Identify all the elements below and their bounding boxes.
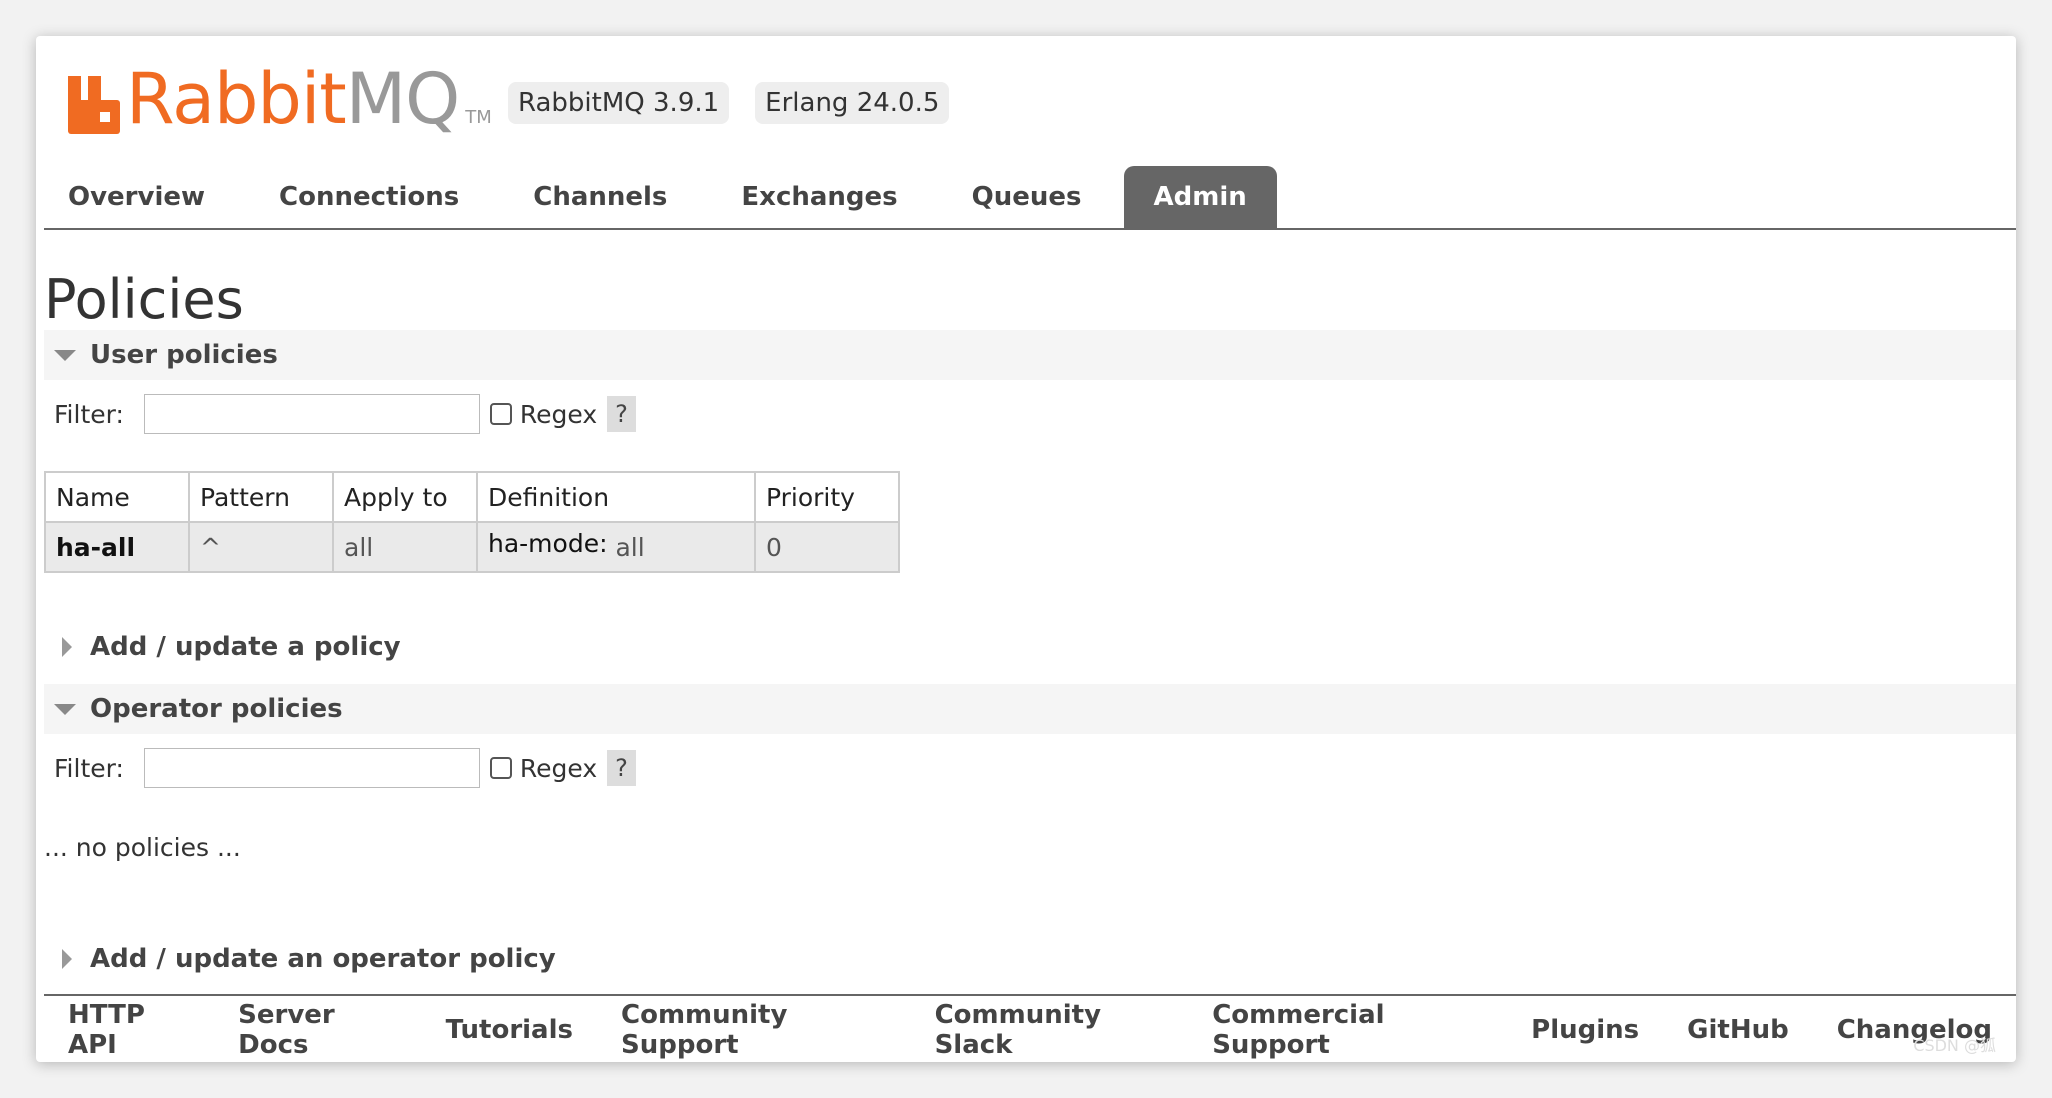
logo-trademark: TM	[465, 107, 492, 128]
column-header-apply-to[interactable]: Apply to	[332, 471, 478, 523]
filter-label: Filter:	[54, 753, 124, 783]
watermark: CSDN @狐	[1913, 1036, 1996, 1055]
footer-link-server-docs[interactable]: Server Docs	[238, 1000, 397, 1060]
tab-queues[interactable]: Queues	[940, 166, 1114, 228]
collapsed-triangle-icon	[62, 637, 72, 657]
rabbitmq-logo-icon	[68, 76, 120, 134]
browser-window: RabbitMQ TM RabbitMQ 3.9.1 Erlang 24.0.5…	[36, 36, 2016, 1062]
tab-connections[interactable]: Connections	[247, 166, 491, 228]
version-info: RabbitMQ 3.9.1 Erlang 24.0.5	[508, 82, 950, 124]
logo-wordmark: RabbitMQ	[126, 58, 460, 140]
policy-apply-to: all	[332, 521, 478, 573]
column-header-definition[interactable]: Definition	[476, 471, 756, 523]
operator-policies-section-toggle[interactable]: Operator policies	[44, 684, 2016, 734]
footer-link-github[interactable]: GitHub	[1687, 1015, 1789, 1045]
rabbitmq-version-badge: RabbitMQ 3.9.1	[508, 82, 730, 124]
add-update-policy-toggle[interactable]: Add / update a policy	[44, 632, 401, 662]
tab-channels[interactable]: Channels	[501, 166, 699, 228]
column-header-pattern[interactable]: Pattern	[188, 471, 334, 523]
operator-policies-regex-checkbox[interactable]	[489, 757, 512, 779]
regex-label: Regex	[519, 753, 598, 783]
operator-policies-heading: Operator policies	[90, 694, 343, 724]
user-policies-regex-checkbox[interactable]	[489, 403, 512, 425]
tab-exchanges[interactable]: Exchanges	[709, 166, 929, 228]
definition-key: ha-mode:	[488, 528, 608, 558]
user-policies-table: Name Pattern Apply to Definition Priorit…	[44, 471, 900, 573]
column-header-priority[interactable]: Priority	[754, 471, 900, 523]
regex-help-button[interactable]: ?	[607, 396, 636, 432]
no-policies-message: ... no policies ...	[44, 833, 241, 862]
operator-policies-filter-row: Filter: Regex ?	[54, 748, 636, 788]
footer-link-plugins[interactable]: Plugins	[1531, 1015, 1639, 1045]
user-policies-heading: User policies	[90, 340, 278, 370]
footer-link-commercial-support[interactable]: Commercial Support	[1212, 1000, 1483, 1060]
policy-priority: 0	[754, 521, 900, 573]
column-header-name[interactable]: Name	[44, 471, 190, 523]
erlang-version-badge: Erlang 24.0.5	[755, 82, 950, 124]
table-header-row: Name Pattern Apply to Definition Priorit…	[44, 471, 900, 523]
footer-link-community-support[interactable]: Community Support	[621, 1000, 887, 1060]
expand-triangle-icon	[54, 703, 76, 715]
definition-value: all	[615, 532, 645, 562]
footer-link-http-api[interactable]: HTTP API	[68, 1000, 190, 1060]
rabbitmq-logo[interactable]: RabbitMQ TM	[68, 54, 492, 134]
add-update-operator-policy-label: Add / update an operator policy	[90, 944, 556, 974]
footer-links: HTTP API Server Docs Tutorials Community…	[44, 994, 2016, 1062]
page-title: Policies	[44, 268, 244, 331]
footer-link-tutorials[interactable]: Tutorials	[446, 1015, 573, 1045]
tab-overview[interactable]: Overview	[44, 166, 237, 228]
policy-pattern: ^	[188, 521, 334, 573]
filter-label: Filter:	[54, 399, 124, 429]
table-row[interactable]: ha-all ^ all ha-mode: all 0	[44, 521, 900, 573]
user-policies-filter-row: Filter: Regex ?	[54, 394, 636, 434]
add-update-operator-policy-toggle[interactable]: Add / update an operator policy	[44, 944, 556, 974]
tab-admin[interactable]: Admin	[1123, 166, 1277, 228]
policy-name-link[interactable]: ha-all	[44, 521, 190, 573]
operator-policies-filter-input[interactable]	[143, 748, 480, 788]
user-policies-filter-input[interactable]	[143, 394, 480, 434]
regex-label: Regex	[519, 399, 598, 429]
footer-link-community-slack[interactable]: Community Slack	[935, 1000, 1165, 1060]
policy-definition: ha-mode: all	[476, 521, 756, 573]
expand-triangle-icon	[54, 349, 76, 361]
collapsed-triangle-icon	[62, 949, 72, 969]
main-nav: Overview Connections Channels Exchanges …	[44, 166, 2016, 230]
regex-help-button[interactable]: ?	[607, 750, 636, 786]
user-policies-section-toggle[interactable]: User policies	[44, 330, 2016, 380]
add-update-policy-label: Add / update a policy	[90, 632, 401, 662]
